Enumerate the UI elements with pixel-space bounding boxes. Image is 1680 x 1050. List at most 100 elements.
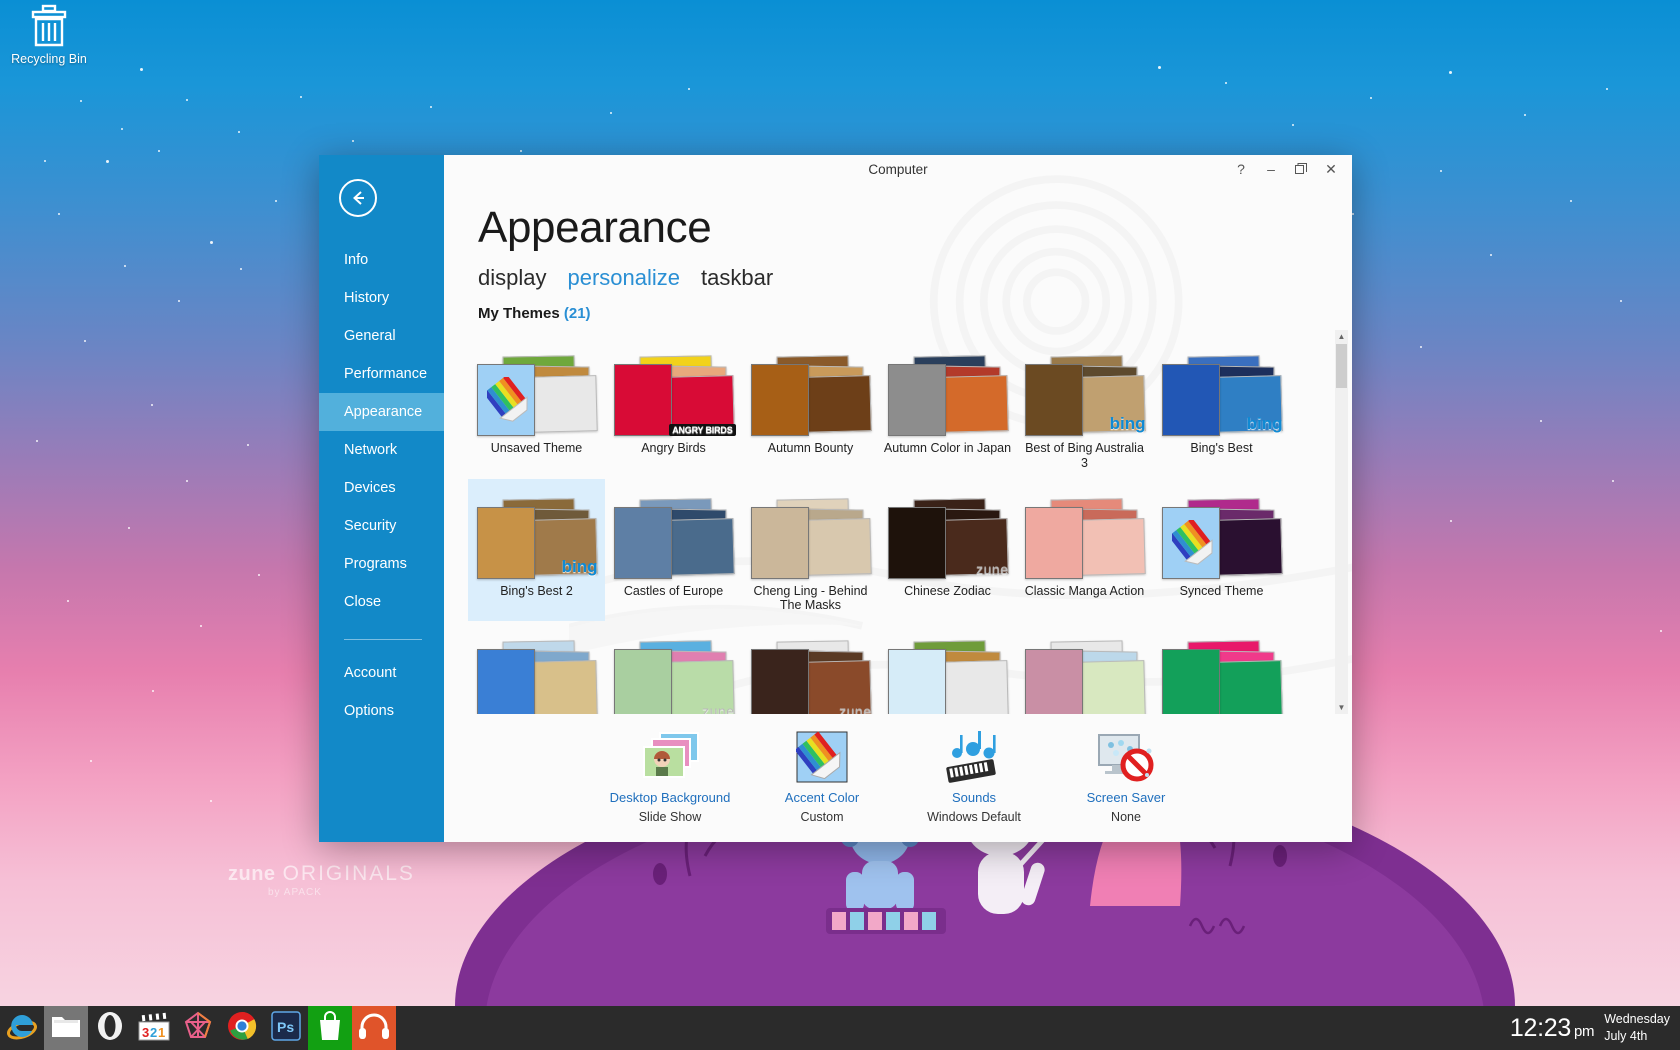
property-sounds[interactable]: SoundsWindows Default — [898, 726, 1050, 824]
back-arrow-icon — [348, 188, 368, 208]
property-value: Slide Show — [594, 810, 746, 824]
chrome-icon — [227, 1011, 257, 1046]
theme-preview-front — [477, 649, 535, 714]
property-value: Custom — [746, 810, 898, 824]
sidebar-item-appearance[interactable]: Appearance — [319, 393, 444, 431]
tab-taskbar[interactable]: taskbar — [701, 265, 773, 291]
property-screen-saver[interactable]: Screen SaverNone — [1050, 726, 1202, 824]
theme-tile[interactable]: bingBing's Best 2 — [468, 479, 605, 622]
theme-tile[interactable] — [1153, 621, 1290, 714]
back-button[interactable] — [339, 179, 377, 217]
clock[interactable]: 12:23 pm Wednesday July 4th — [1510, 1006, 1670, 1050]
sidebar-item-performance[interactable]: Performance — [319, 355, 444, 393]
property-label[interactable]: Desktop Background — [594, 790, 746, 805]
svg-text:Ps: Ps — [277, 1019, 294, 1035]
theme-grid: Unsaved ThemeANGRY BIRDSAngry BirdsAutum… — [444, 330, 1335, 714]
theme-tile[interactable]: Cheng Ling - Behind The Masks — [742, 479, 879, 622]
theme-count: (21) — [564, 305, 591, 322]
theme-tile[interactable]: Autumn Bounty — [742, 336, 879, 479]
scrollbar-thumb[interactable] — [1336, 344, 1347, 388]
property-label[interactable]: Sounds — [898, 790, 1050, 805]
sidebar-item-general[interactable]: General — [319, 317, 444, 355]
theme-tile[interactable]: bingBest of Bing Australia 3 — [1016, 336, 1153, 479]
sidebar-nav: InfoHistoryGeneralPerformanceAppearanceN… — [319, 241, 444, 621]
theme-name: Castles of Europe — [609, 584, 738, 599]
recycling-bin-label: Recycling Bin — [8, 52, 90, 66]
theme-thumbnail — [1158, 627, 1286, 714]
trash-icon — [29, 4, 69, 50]
sidebar-item-programs[interactable]: Programs — [319, 545, 444, 583]
theme-tile[interactable]: Windows Live — [468, 621, 605, 714]
zune-icon — [183, 1011, 213, 1046]
property-label[interactable]: Accent Color — [746, 790, 898, 805]
theme-thumbnail: bing — [1158, 342, 1286, 438]
taskbar-item-opera[interactable] — [88, 1006, 132, 1050]
theme-preview-back-3 — [1209, 660, 1282, 714]
theme-name: Classic Manga Action — [1020, 584, 1149, 599]
theme-preview-back-3 — [935, 660, 1008, 714]
sound-notes-icon — [943, 731, 1005, 783]
taskbar-item-store[interactable] — [308, 1006, 352, 1050]
minimize-button[interactable]: – — [1256, 156, 1286, 182]
taskbar-item-photoshop[interactable]: Ps — [264, 1006, 308, 1050]
theme-thumbnail — [884, 342, 1012, 438]
theme-tile[interactable]: Unsaved Theme — [468, 336, 605, 479]
sidebar-item-info[interactable]: Info — [319, 241, 444, 279]
property-accent-color[interactable]: Accent Color Custom — [746, 726, 898, 824]
scroll-up-arrow[interactable]: ▲ — [1335, 330, 1348, 343]
property-desktop-background[interactable]: Desktop Background Slide Show — [594, 726, 746, 824]
sidebar-item-options[interactable]: Options — [319, 692, 444, 730]
sidebar-item-label: Options — [344, 703, 394, 719]
theme-preview-front — [614, 364, 672, 436]
theme-tile[interactable]: Castles of Europe — [605, 479, 742, 622]
theme-tile[interactable]: Synced Theme — [1153, 479, 1290, 622]
theme-tile[interactable]: zune — [605, 621, 742, 714]
theme-thumbnail: zune — [610, 627, 738, 714]
sidebar-item-network[interactable]: Network — [319, 431, 444, 469]
taskbar-item-google-chrome[interactable] — [220, 1006, 264, 1050]
clock-hours-minutes: 12:23 — [1510, 1014, 1571, 1043]
page-header: Appearance displaypersonalizetaskbar — [444, 183, 1352, 291]
theme-tile[interactable]: Classic Manga Action — [1016, 479, 1153, 622]
sidebar-item-history[interactable]: History — [319, 279, 444, 317]
tab-display[interactable]: display — [478, 265, 546, 291]
clock-date-text: July 4th — [1604, 1028, 1670, 1045]
recycling-bin-icon[interactable]: Recycling Bin — [8, 4, 90, 66]
theme-grid-scrollbar[interactable]: ▲ ▼ — [1335, 330, 1348, 714]
sidebar-item-security[interactable]: Security — [319, 507, 444, 545]
scroll-down-arrow[interactable]: ▼ — [1335, 701, 1348, 714]
theme-tile[interactable] — [1016, 621, 1153, 714]
taskbar-item-file-explorer[interactable] — [44, 1006, 88, 1050]
tab-personalize[interactable]: personalize — [567, 265, 680, 291]
sidebar-item-account[interactable]: Account — [319, 654, 444, 692]
clock-time: 12:23 pm — [1510, 1014, 1594, 1043]
sidebar-item-devices[interactable]: Devices — [319, 469, 444, 507]
settings-window[interactable]: InfoHistoryGeneralPerformanceAppearanceN… — [319, 155, 1352, 842]
sidebar-item-close[interactable]: Close — [319, 583, 444, 621]
taskbar-item-internet-explorer[interactable] — [0, 1006, 44, 1050]
taskbar-item-music-app[interactable] — [352, 1006, 396, 1050]
theme-tile[interactable]: zuneChinese Zodiac — [879, 479, 1016, 622]
theme-preview-front — [888, 649, 946, 714]
help-button[interactable]: ? — [1226, 156, 1256, 182]
taskbar: 321 Ps 12:23 pm Wednesday July 4th — [0, 1006, 1680, 1050]
restore-button[interactable] — [1286, 156, 1316, 182]
taskbar-item-zune[interactable] — [176, 1006, 220, 1050]
theme-thumbnail — [884, 627, 1012, 714]
clock-weekday: Wednesday — [1604, 1011, 1670, 1028]
theme-thumbnail: zune — [747, 627, 875, 714]
property-label[interactable]: Screen Saver — [1050, 790, 1202, 805]
theme-tile[interactable]: zune — [742, 621, 879, 714]
theme-preview-back-3 — [798, 518, 871, 576]
close-button[interactable]: ✕ — [1316, 156, 1346, 182]
theme-tile[interactable]: Autumn Color in Japan — [879, 336, 1016, 479]
theme-tile[interactable]: bingBing's Best — [1153, 336, 1290, 479]
theme-tile[interactable] — [879, 621, 1016, 714]
theme-badge: zune — [976, 561, 1008, 577]
theme-tile[interactable]: ANGRY BIRDSAngry Birds — [605, 336, 742, 479]
theme-thumbnail: ANGRY BIRDS — [610, 342, 738, 438]
sidebar-item-label: Programs — [344, 556, 407, 572]
clock-ampm: pm — [1574, 1023, 1594, 1040]
theme-thumbnail: zune — [884, 485, 1012, 581]
taskbar-item-media-player-classic[interactable]: 321 — [132, 1006, 176, 1050]
